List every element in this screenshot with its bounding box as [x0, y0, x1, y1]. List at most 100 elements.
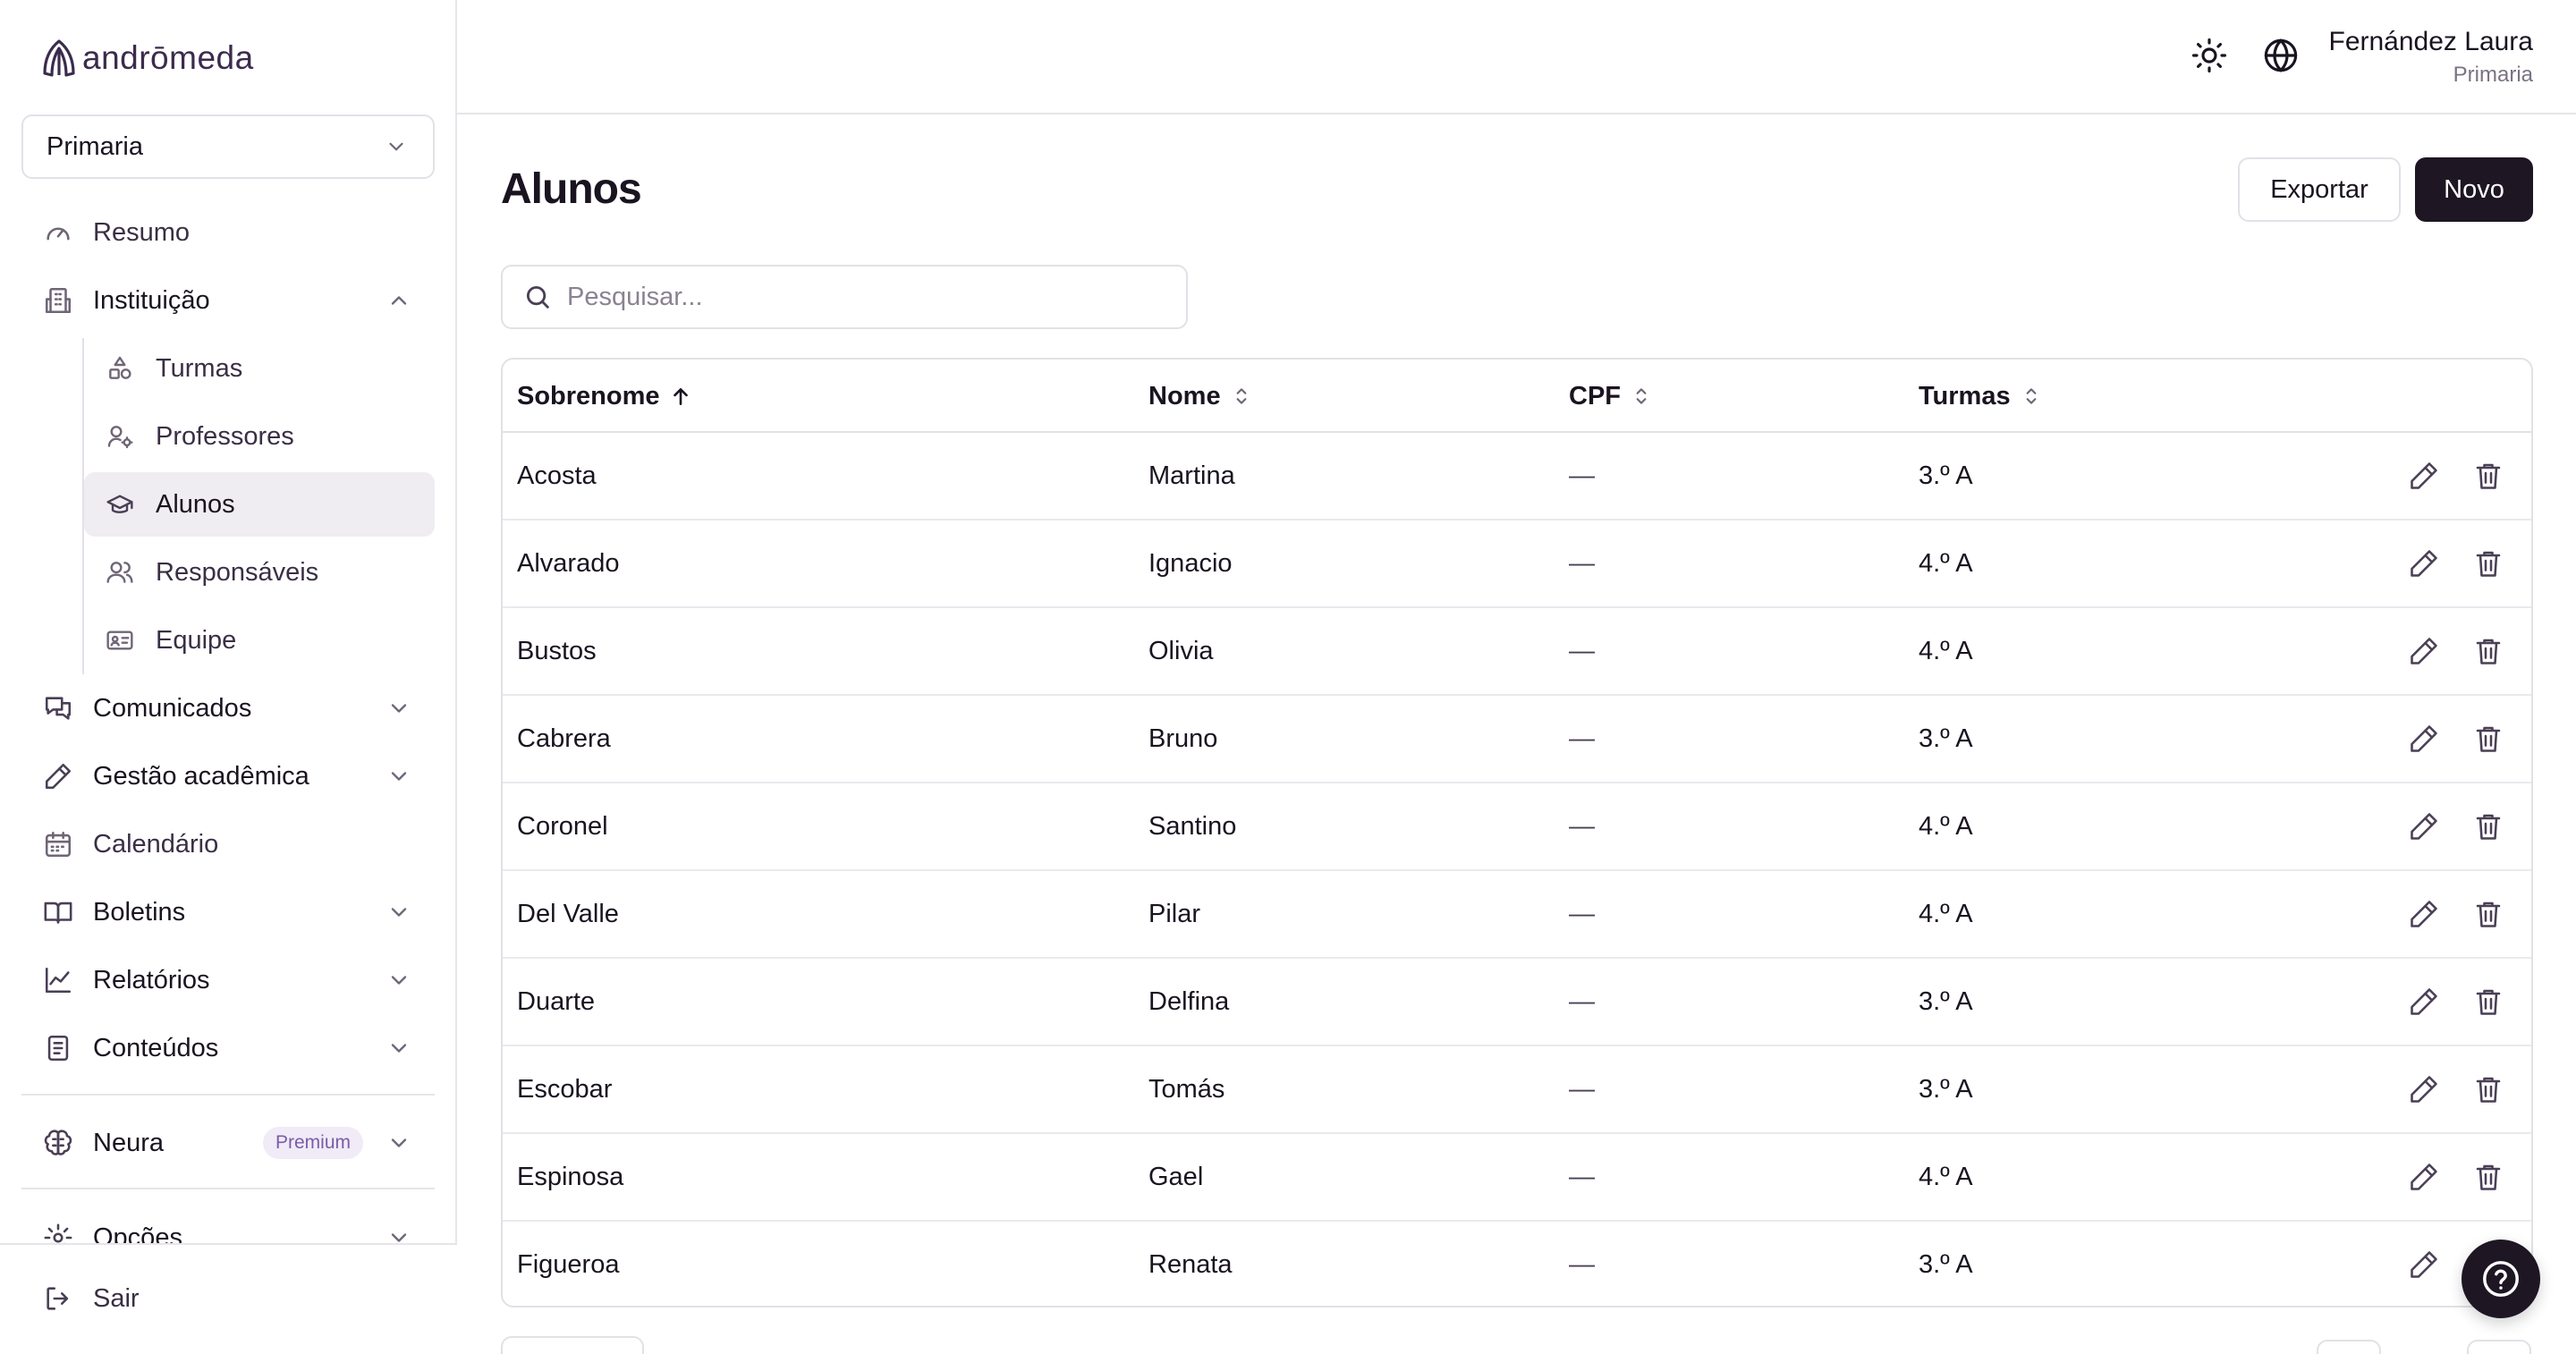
sidebar-item-responsaveis[interactable]: Responsáveis [84, 540, 435, 605]
cell-turmas: 4.º A [1919, 548, 1973, 578]
app-root: andrōmeda Primaria Resumo Instituição Tu… [0, 0, 2576, 1354]
cell-sobrenome: Acosta [517, 461, 597, 490]
logout-button[interactable]: Sair [21, 1266, 435, 1331]
cell-sobrenome: Cabrera [517, 724, 611, 753]
help-button[interactable] [2462, 1240, 2540, 1318]
pencil-icon[interactable] [2408, 635, 2440, 667]
nav-item-label: Resumo [93, 217, 190, 247]
pencil-icon[interactable] [2408, 1073, 2440, 1105]
trash-icon[interactable] [2472, 898, 2504, 930]
cell-cpf: — [1569, 1162, 1595, 1191]
nav-item-neura[interactable]: Neura Premium [21, 1111, 435, 1175]
nav-item-comunicados[interactable]: Comunicados [21, 676, 435, 740]
brand[interactable]: andrōmeda [39, 38, 254, 79]
table-row[interactable]: Espinosa Gael — 4.º A [503, 1134, 2531, 1222]
trash-icon[interactable] [2472, 810, 2504, 842]
table-row[interactable]: Escobar Tomás — 3.º A [503, 1046, 2531, 1134]
building-icon [43, 285, 73, 316]
cell-turmas: 3.º A [1919, 986, 1973, 1016]
new-button[interactable]: Novo [2415, 157, 2533, 222]
sun-icon[interactable] [2190, 37, 2228, 74]
cell-sobrenome: Figueroa [517, 1249, 620, 1279]
trash-icon[interactable] [2472, 986, 2504, 1018]
search-icon [522, 282, 553, 312]
help-circle-icon [2480, 1258, 2521, 1299]
cell-turmas: 4.º A [1919, 1162, 1973, 1191]
cell-nome: Renata [1148, 1249, 1233, 1279]
table-row[interactable]: Duarte Delfina — 3.º A [503, 959, 2531, 1046]
sidebar-item-equipe[interactable]: Equipe [84, 608, 435, 673]
andromeda-logo-icon [39, 38, 79, 79]
cell-nome: Pilar [1148, 899, 1201, 928]
previous-page-button[interactable] [2317, 1340, 2381, 1354]
cell-nome: Tomás [1148, 1074, 1225, 1104]
next-page-button[interactable] [2467, 1340, 2531, 1354]
nav-item-resumo[interactable]: Resumo [21, 200, 435, 265]
cell-cpf: — [1569, 724, 1595, 753]
cell-turmas: 4.º A [1919, 899, 1973, 928]
user-name[interactable]: Fernández Laura [2329, 27, 2534, 57]
pencil-icon[interactable] [2408, 723, 2440, 755]
trash-icon[interactable] [2472, 460, 2504, 492]
pencil-icon[interactable] [2408, 547, 2440, 580]
cell-sobrenome: Coronel [517, 811, 608, 841]
table-row[interactable]: Cabrera Bruno — 3.º A [503, 696, 2531, 783]
cell-cpf: — [1569, 461, 1595, 490]
trash-icon[interactable] [2472, 1161, 2504, 1193]
pencil-icon[interactable] [2408, 810, 2440, 842]
nav-item-calendario[interactable]: Calendário [21, 812, 435, 876]
cell-turmas: 3.º A [1919, 724, 1973, 753]
nav-item-label: Instituição [93, 285, 210, 315]
sidebar-item-turmas[interactable]: Turmas [84, 336, 435, 401]
brain-icon [43, 1128, 73, 1158]
table-row[interactable]: Acosta Martina — 3.º A [503, 433, 2531, 520]
nav-item-instituicao[interactable]: Instituição [21, 268, 435, 333]
chevron-down-icon [386, 1130, 411, 1155]
pencil-icon[interactable] [2408, 898, 2440, 930]
trash-icon[interactable] [2472, 723, 2504, 755]
table-row[interactable]: Del Valle Pilar — 4.º A [503, 871, 2531, 959]
nav-item-relatorios[interactable]: Relatórios [21, 948, 435, 1012]
nav-item-gestao-academica[interactable]: Gestão acadêmica [21, 744, 435, 808]
pencil-icon[interactable] [2408, 1161, 2440, 1193]
table-row[interactable]: Alvarado Ignacio — 4.º A [503, 520, 2531, 608]
chevron-down-icon [386, 900, 411, 925]
sidebar-item-alunos[interactable]: Alunos [84, 472, 435, 537]
table-row[interactable]: Coronel Santino — 4.º A [503, 783, 2531, 871]
table-row[interactable]: Bustos Olivia — 4.º A [503, 608, 2531, 696]
search-field[interactable] [501, 265, 1188, 329]
nav-item-boletins[interactable]: Boletins [21, 880, 435, 944]
sidebar-item-label: Turmas [156, 353, 243, 383]
cell-nome: Delfina [1148, 986, 1230, 1016]
line-chart-icon [43, 965, 73, 995]
cell-nome: Gael [1148, 1162, 1204, 1191]
search-input[interactable] [567, 279, 1175, 315]
cell-nome: Santino [1148, 811, 1237, 841]
pencil-icon[interactable] [2408, 460, 2440, 492]
column-header-cpf[interactable]: CPF [1569, 360, 1653, 433]
sidebar-item-professores[interactable]: Professores [84, 404, 435, 469]
trash-icon[interactable] [2472, 547, 2504, 580]
cell-cpf: — [1569, 636, 1595, 665]
notebook-icon [43, 1033, 73, 1063]
users-icon [106, 558, 134, 587]
cell-cpf: — [1569, 548, 1595, 578]
trash-icon[interactable] [2472, 1073, 2504, 1105]
cell-turmas: 4.º A [1919, 811, 1973, 841]
pencil-icon[interactable] [2408, 986, 2440, 1018]
cell-cpf: — [1569, 1249, 1595, 1279]
column-header-sobrenome[interactable]: Sobrenome [517, 360, 692, 433]
column-header-turmas[interactable]: Turmas [1919, 360, 2043, 433]
page-size-select[interactable] [501, 1336, 644, 1354]
column-header-nome[interactable]: Nome [1148, 360, 1253, 433]
export-button[interactable]: Exportar [2238, 157, 2401, 222]
pencil-icon[interactable] [2408, 1248, 2440, 1281]
sidebar-footer: Sair [0, 1243, 457, 1354]
calendar-icon [43, 829, 73, 859]
table-row[interactable]: Figueroa Renata — 3.º A [503, 1222, 2531, 1306]
sort-icon [1230, 385, 1253, 408]
scope-select[interactable]: Primaria [21, 114, 435, 179]
trash-icon[interactable] [2472, 635, 2504, 667]
nav-item-conteudos[interactable]: Conteúdos [21, 1016, 435, 1080]
globe-icon[interactable] [2262, 37, 2300, 74]
